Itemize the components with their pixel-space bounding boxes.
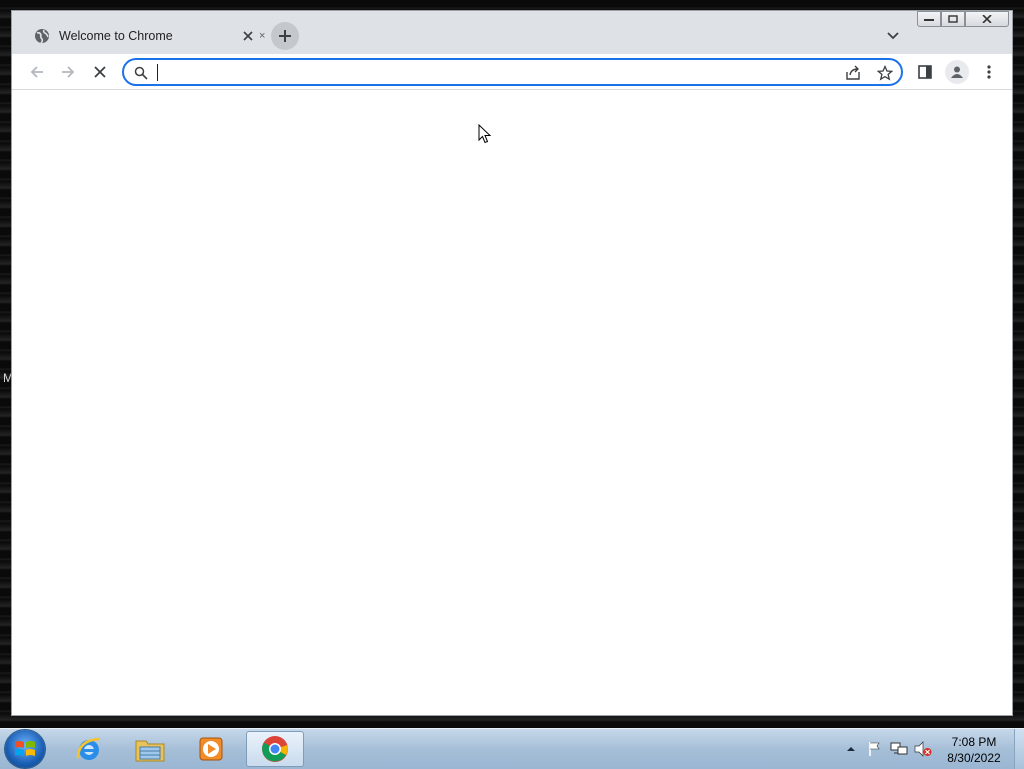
profile-icon <box>951 66 963 78</box>
tab-welcome[interactable]: Welcome to Chrome <box>21 19 264 54</box>
file-explorer-icon <box>135 740 165 762</box>
network-icon[interactable] <box>890 740 908 758</box>
profile-button[interactable] <box>945 60 969 84</box>
new-tab-button[interactable] <box>271 22 299 50</box>
hidden-tab-close-icon[interactable]: × <box>259 30 265 42</box>
taskbar-internet-explorer[interactable] <box>61 731 117 767</box>
forward-button[interactable] <box>56 60 80 84</box>
stop-loading-button[interactable] <box>88 60 112 84</box>
system-clock[interactable]: 7:08 PM 8/30/2022 <box>940 734 1008 766</box>
volume-muted-icon[interactable] <box>914 740 932 758</box>
close-window-button[interactable] <box>965 11 1009 27</box>
side-panel-icon <box>918 65 932 79</box>
media-player-icon <box>199 737 223 761</box>
chrome-icon <box>262 736 288 762</box>
menu-button[interactable] <box>977 60 1001 84</box>
chevron-up-icon <box>847 747 855 751</box>
taskbar-file-explorer[interactable] <box>122 731 178 767</box>
taskbar-media-player[interactable] <box>183 731 239 767</box>
windows-logo-icon <box>15 741 35 756</box>
action-center-flag-icon[interactable] <box>866 740 884 758</box>
address-bar[interactable] <box>122 58 903 86</box>
clock-time: 7:08 PM <box>951 735 997 749</box>
internet-explorer-icon <box>76 737 101 760</box>
arrow-right-icon <box>62 66 75 78</box>
plus-icon <box>279 30 291 42</box>
close-icon <box>982 15 992 23</box>
arrow-left-icon <box>30 66 43 78</box>
chrome-window: Welcome to Chrome × <box>11 10 1013 716</box>
taskbar: 7:08 PM 8/30/2022 <box>0 728 1024 769</box>
minimize-button[interactable] <box>917 11 941 27</box>
globe-icon <box>35 29 49 44</box>
chevron-down-icon[interactable] <box>884 27 902 45</box>
tab-title: Welcome to Chrome <box>59 29 173 43</box>
mouse-cursor-icon <box>478 124 492 144</box>
address-input[interactable] <box>156 63 800 83</box>
minimize-icon <box>924 19 934 21</box>
taskbar-chrome[interactable] <box>246 731 304 767</box>
browser-toolbar <box>12 54 1012 90</box>
more-vertical-icon <box>987 65 991 79</box>
search-icon <box>132 64 150 82</box>
restore-icon <box>948 15 958 23</box>
bookmark-star-icon[interactable] <box>876 64 894 82</box>
show-hidden-icons-button[interactable] <box>842 740 860 758</box>
side-panel-button[interactable] <box>913 60 937 84</box>
show-desktop-button[interactable] <box>1014 729 1024 769</box>
page-content <box>12 90 1012 715</box>
back-button[interactable] <box>25 60 49 84</box>
start-button[interactable] <box>5 730 45 768</box>
tab-strip: Welcome to Chrome × <box>12 11 1012 54</box>
restore-button[interactable] <box>941 11 965 27</box>
tab-close-icon[interactable] <box>240 28 256 44</box>
text-caret <box>157 64 158 81</box>
window-controls <box>917 11 1009 29</box>
clock-date: 8/30/2022 <box>947 751 1001 765</box>
share-icon[interactable] <box>844 64 862 82</box>
stop-icon <box>94 66 106 78</box>
